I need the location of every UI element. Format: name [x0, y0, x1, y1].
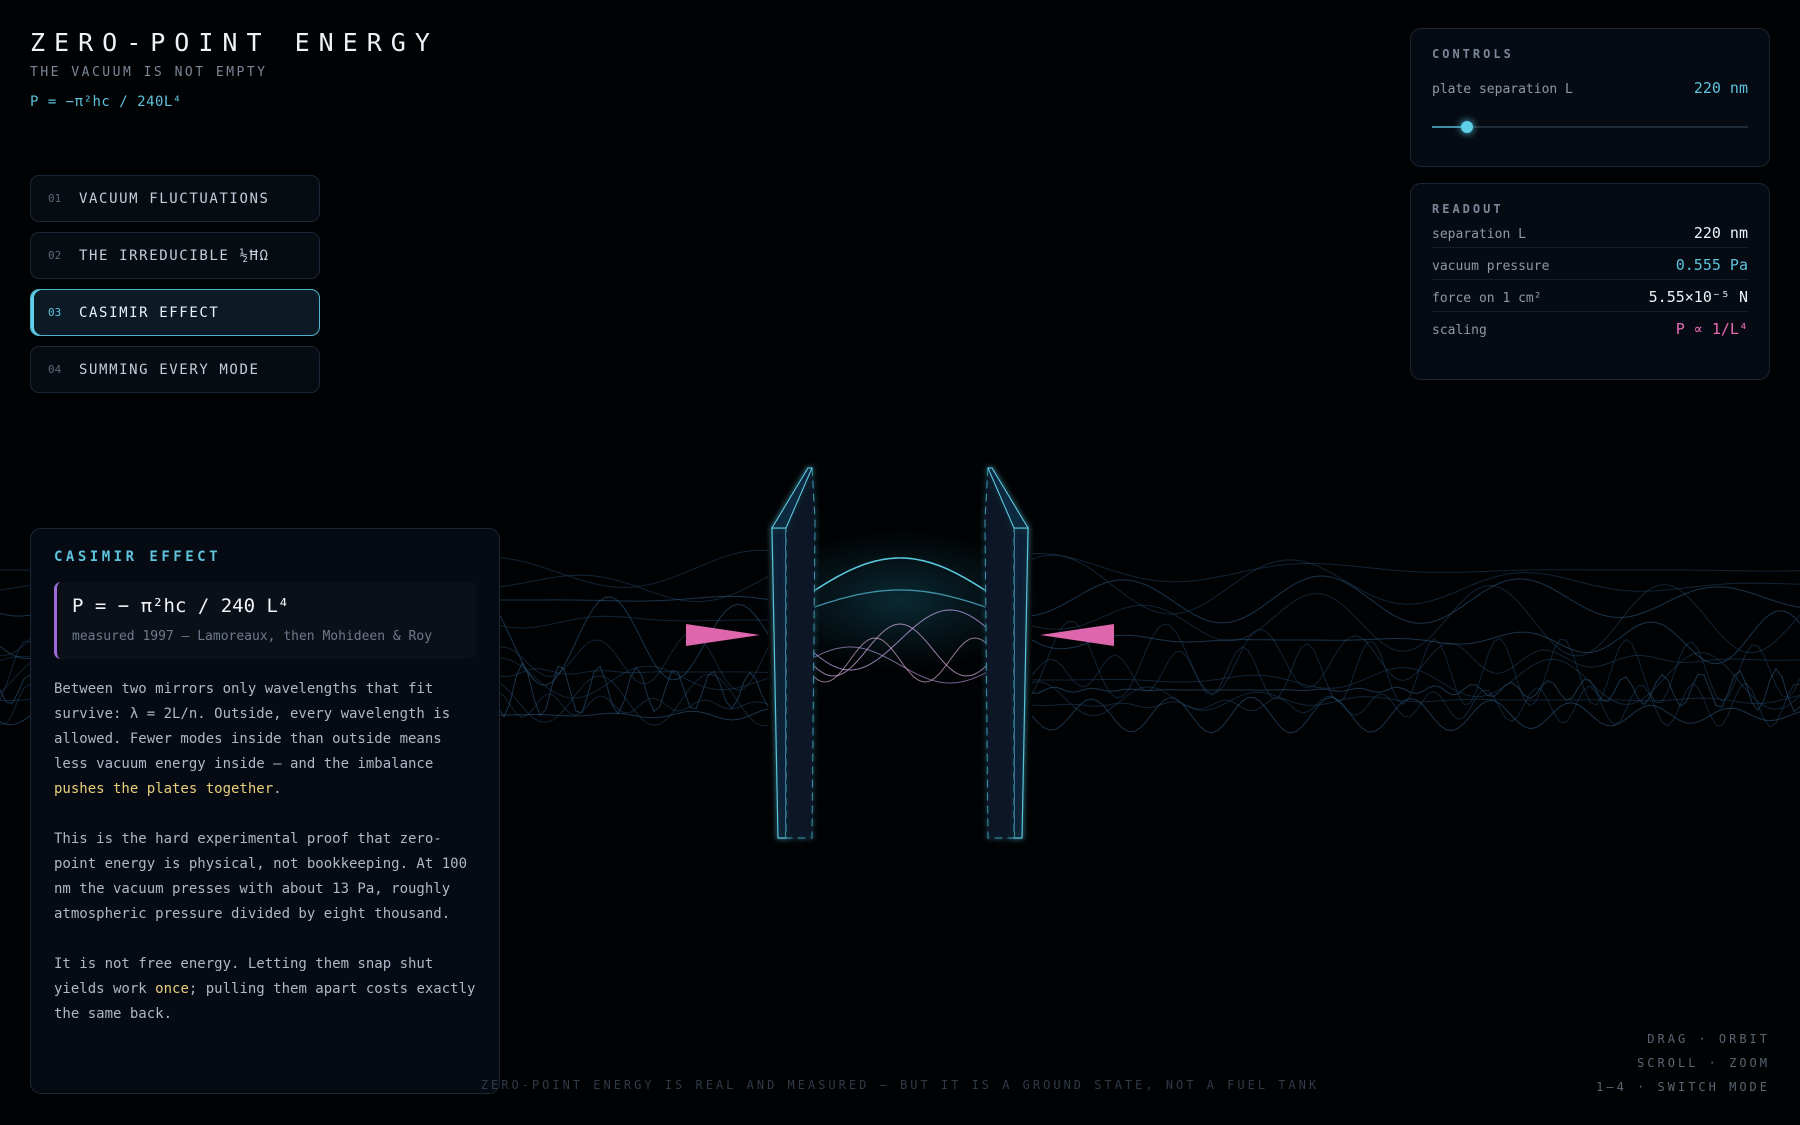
header-formula: P = −π²hc / 240L⁴ — [30, 94, 182, 110]
text-run: . — [273, 781, 282, 797]
mode-label: VACUUM FLUCTUATIONS — [79, 190, 270, 207]
highlight-text: once — [155, 981, 189, 997]
hint-scroll-zoom: SCROLL · ZOOM — [1637, 1056, 1770, 1070]
hint-switch-mode: 1–4 · SWITCH MODE — [1596, 1080, 1770, 1094]
mode-list: 01 VACUUM FLUCTUATIONS 02 THE IRREDUCIBL… — [30, 175, 320, 403]
text-run: Between two mirrors only wavelengths tha… — [54, 681, 451, 772]
mode-label: THE IRREDUCIBLE ½ĦΩ — [79, 247, 270, 264]
info-panel: CASIMIR EFFECT P = − π²hc / 240 L⁴ measu… — [30, 528, 500, 1094]
readout-row: vacuum pressure 0.555 Pa — [1432, 248, 1748, 280]
readout-panel: READOUT separation L 220 nm vacuum press… — [1410, 183, 1770, 380]
slider-track[interactable] — [1432, 126, 1748, 128]
readout-key: separation L — [1432, 227, 1526, 242]
equation-box: P = − π²hc / 240 L⁴ measured 1997 — Lamo… — [54, 582, 476, 659]
equation-note: measured 1997 — Lamoreaux, then Mohideen… — [72, 629, 433, 644]
mode-label: SUMMING EVERY MODE — [79, 361, 260, 378]
readout-value: 5.55×10⁻⁵ N — [1648, 288, 1748, 306]
readout-value: 220 nm — [1693, 224, 1748, 242]
footer-tagline: ZERO-POINT ENERGY IS REAL AND MEASURED —… — [480, 1078, 1320, 1092]
control-hints: DRAG · ORBIT SCROLL · ZOOM 1–4 · SWITCH … — [1596, 1027, 1770, 1099]
force-arrow-icon — [1040, 624, 1114, 646]
controls-panel: CONTROLS plate separation L 220 nm — [1410, 28, 1770, 167]
readout-value: P ∝ 1/L⁴ — [1675, 320, 1748, 338]
mode-item-irreducible-half-hbar-omega[interactable]: 02 THE IRREDUCIBLE ½ĦΩ — [30, 232, 320, 279]
mode-item-vacuum-fluctuations[interactable]: 01 VACUUM FLUCTUATIONS — [30, 175, 320, 222]
info-title: CASIMIR EFFECT — [54, 549, 222, 565]
hint-drag-orbit: DRAG · ORBIT — [1647, 1032, 1770, 1046]
readout-value: 0.555 Pa — [1675, 256, 1748, 274]
highlight-text: pushes the plates together — [54, 781, 274, 797]
page-subtitle: THE VACUUM IS NOT EMPTY — [30, 65, 268, 80]
left-plate[interactable] — [771, 467, 816, 839]
page-title: ZERO-POINT ENERGY — [30, 28, 439, 57]
readout-key: vacuum pressure — [1432, 259, 1550, 274]
readout-row: force on 1 cm² 5.55×10⁻⁵ N — [1432, 280, 1748, 312]
force-arrow-icon — [686, 624, 760, 646]
separation-slider-value: 220 nm — [1693, 79, 1748, 97]
mode-number: 01 — [48, 192, 62, 205]
mode-item-casimir-effect[interactable]: 03 CASIMIR EFFECT — [30, 289, 320, 336]
mode-item-summing-every-mode[interactable]: 04 SUMMING EVERY MODE — [30, 346, 320, 393]
slider-handle[interactable] — [1460, 121, 1473, 133]
readout-row: separation L 220 nm — [1432, 216, 1748, 248]
separation-slider-label: plate separation L — [1432, 82, 1573, 97]
readout-row: scaling P ∝ 1/L⁴ — [1432, 312, 1748, 344]
mode-number: 04 — [48, 363, 62, 376]
readout-key: force on 1 cm² — [1432, 291, 1542, 306]
controls-title: CONTROLS — [1432, 47, 1514, 61]
mode-label: CASIMIR EFFECT — [79, 304, 220, 321]
mode-number: 02 — [48, 249, 62, 262]
info-paragraph: Between two mirrors only wavelengths tha… — [54, 677, 476, 802]
info-paragraph: This is the hard experimental proof that… — [54, 831, 468, 922]
readout-title: READOUT — [1432, 202, 1504, 216]
info-paragraph: It is not free energy. Letting them snap… — [54, 952, 476, 1027]
casimir-equation: P = − π²hc / 240 L⁴ — [72, 595, 290, 617]
right-plate[interactable] — [984, 467, 1029, 839]
readout-key: scaling — [1432, 323, 1487, 338]
separation-slider[interactable] — [1432, 121, 1748, 133]
mode-number: 03 — [48, 306, 62, 319]
